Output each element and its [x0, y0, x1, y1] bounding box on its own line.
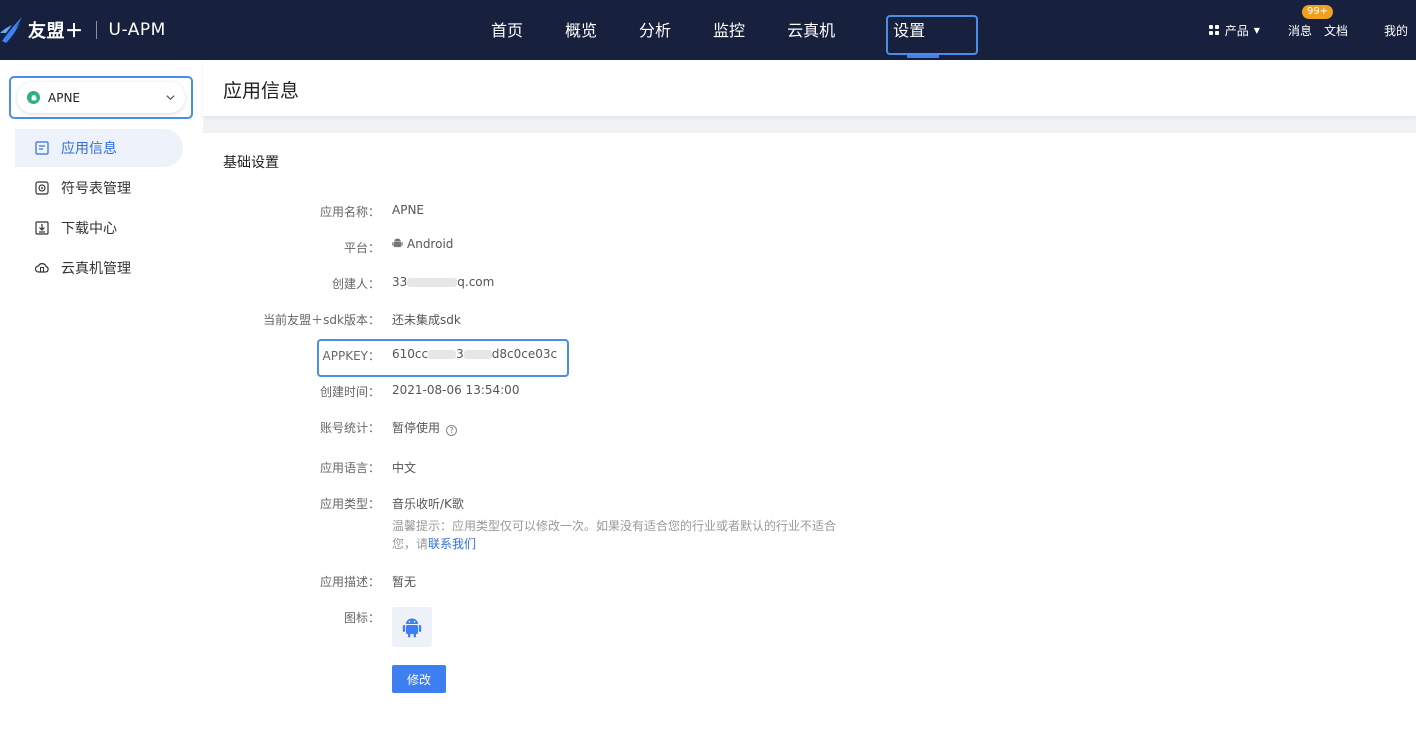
docs-label: 文档 [1323, 23, 1348, 38]
field-value: 暂停使用? [392, 419, 458, 436]
redacted-mask [463, 350, 492, 359]
app-select-value: APNE [48, 90, 81, 105]
messages-badge: 99+ [1301, 4, 1334, 19]
nav-active-indicator [907, 55, 939, 58]
field-value: 2021-08-06 13:54:00 [392, 383, 520, 397]
nav-analysis[interactable]: 分析 [618, 0, 692, 60]
android-icon [392, 238, 403, 248]
field-value: 还未集成sdk [392, 313, 461, 327]
edit-button[interactable]: 修改 [392, 665, 446, 693]
field-label: APPKEY： [322, 349, 380, 363]
symbol-table-icon [35, 181, 49, 195]
mine-label: 我的 [1383, 23, 1408, 38]
creator-value-prefix: 33 [392, 275, 408, 289]
field-value: Android [392, 237, 453, 251]
help-icon[interactable]: ? [446, 425, 458, 436]
main-nav: 首页 概览 分析 监控 云真机 设置 [470, 0, 946, 60]
field-label: 平台： [343, 241, 380, 255]
messages-label: 消息 [1287, 23, 1312, 38]
app-type-hint: 温馨提示：应用类型仅可以修改一次。如果没有适合您的行业或者默认的行业不适合您，请… [392, 517, 842, 553]
sidebar-item-label: 符号表管理 [61, 181, 131, 197]
mine-menu[interactable]: 我的 [1384, 22, 1408, 39]
sidebar-item-download-center[interactable]: 下载中心 [15, 209, 183, 247]
contact-us-link[interactable]: 联系我们 [428, 537, 476, 551]
sidebar-item-label: 下载中心 [61, 221, 117, 237]
field-value: 33 q.com [392, 275, 494, 289]
download-icon [35, 221, 49, 235]
field-label: 账号统计： [319, 421, 380, 435]
app-info-icon [35, 141, 49, 155]
brand-divider [95, 21, 97, 39]
appkey-part: d8c0ce03c [491, 347, 558, 361]
product-name: U-APM [108, 20, 166, 40]
sidebar-item-cloud-device[interactable]: 云真机管理 [15, 249, 183, 287]
chevron-down-icon [166, 95, 175, 101]
top-right-actions: 产品 ▼ 消息 99+ 文档 我的 [1208, 0, 1416, 60]
field-value: 中文 [392, 461, 417, 475]
field-value: 音乐收听/K歌 [392, 497, 464, 511]
field-label: 创建时间： [319, 385, 380, 399]
section-title: 基础设置 [223, 155, 279, 171]
appkey-part: 610cc [392, 347, 429, 361]
sidebar-item-label: 云真机管理 [61, 261, 131, 277]
field-label: 图标： [343, 611, 380, 625]
app-select-highlight-box: APNE [9, 76, 193, 119]
grid-icon [1208, 25, 1219, 35]
page-title: 应用信息 [223, 80, 300, 102]
nav-home[interactable]: 首页 [470, 0, 544, 60]
platform-value: Android [407, 237, 454, 251]
sidebar: APNE 应用信息 符号表管理 下载中心 云真机管理 [0, 60, 203, 733]
caret-down-icon: ▼ [1253, 25, 1260, 35]
docs-link[interactable]: 文档 [1324, 22, 1348, 39]
sidebar-item-symbol-table[interactable]: 符号表管理 [15, 169, 183, 207]
field-value: APNE [392, 203, 425, 217]
app-info-panel: 基础设置 应用名称： APNE 平台： Android 创建人： 33 q.com… [203, 133, 1416, 733]
page-header: 应用信息 [203, 60, 1416, 116]
appkey-part: 3 [456, 347, 464, 361]
top-bar: 友盟＋ U-APM 首页 概览 分析 监控 云真机 设置 产品 ▼ 消息 99+… [0, 0, 1416, 60]
account-value: 暂停使用 [392, 421, 441, 435]
field-label: 当前友盟＋sdk版本： [263, 313, 380, 327]
settings-highlight-box [886, 15, 978, 55]
product-menu[interactable]: 产品 ▼ [1208, 22, 1260, 39]
nav-monitor[interactable]: 监控 [692, 0, 766, 60]
field-label: 应用语言： [319, 461, 380, 475]
umeng-logo-icon [0, 17, 22, 43]
cloud-device-icon [35, 263, 49, 273]
redacted-mask [428, 350, 457, 359]
app-icon-preview [392, 607, 432, 647]
field-value: 暂无 [392, 575, 417, 589]
product-label: 产品 [1224, 23, 1249, 38]
sidebar-item-app-info[interactable]: 应用信息 [15, 129, 183, 167]
android-icon [402, 618, 422, 638]
nav-cloud-device[interactable]: 云真机 [766, 0, 856, 60]
brand-name: 友盟＋ [28, 21, 84, 42]
field-label: 应用描述： [319, 575, 380, 589]
field-label: 应用类型： [319, 497, 380, 511]
sidebar-menu: 应用信息 符号表管理 下载中心 云真机管理 [15, 129, 183, 289]
sidebar-item-label: 应用信息 [61, 141, 117, 157]
creator-value-suffix: q.com [457, 275, 495, 289]
android-app-icon [27, 91, 40, 104]
messages-link[interactable]: 消息 99+ [1287, 4, 1334, 39]
logo[interactable]: 友盟＋ U-APM [0, 14, 166, 46]
app-select[interactable]: APNE [17, 82, 185, 113]
redacted-mask [407, 278, 458, 287]
field-value[interactable]: 610cc 3 d8c0ce03c [392, 347, 557, 361]
field-label: 应用名称： [319, 205, 380, 219]
nav-overview[interactable]: 概览 [544, 0, 618, 60]
field-label: 创建人： [331, 277, 380, 291]
